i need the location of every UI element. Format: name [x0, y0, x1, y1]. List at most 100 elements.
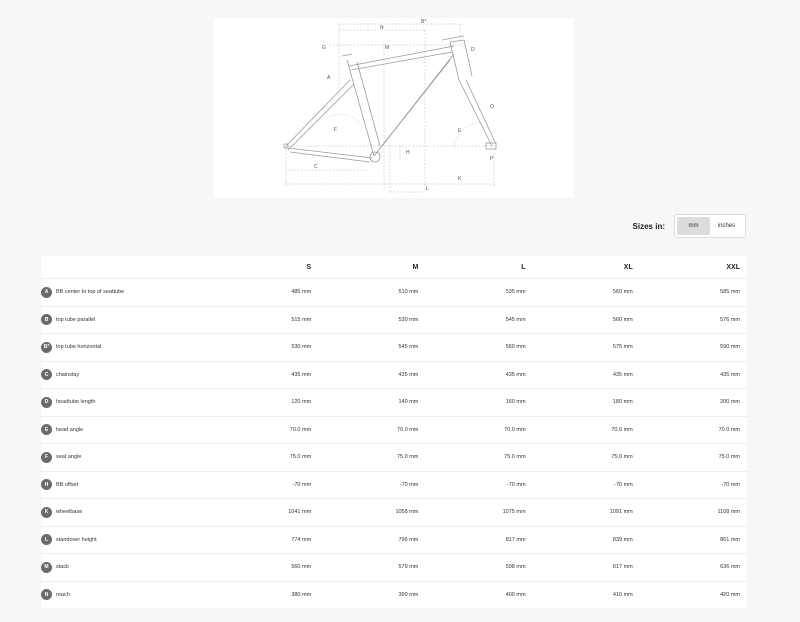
measurement-label-group: H BB offset [41, 479, 204, 491]
measurement-value: 510 mm [318, 278, 426, 306]
measurement-cell: Dheadtube length [41, 388, 211, 416]
measurement-value: 575 mm [532, 333, 640, 361]
measurement-code-badge: F [41, 451, 52, 463]
measurement-value: 380 mm [211, 580, 319, 608]
diagram-label: A [327, 75, 331, 81]
table-row: Kwheelbase 1041 mm 1058 mm 1075 mm 1091 mm 11… [41, 498, 747, 526]
measurement-value: 435 mm [211, 360, 319, 389]
measurement-cell: Nreach [41, 580, 211, 608]
measurement-value: 560 mm [425, 333, 533, 361]
measurement-value: 585 mm [639, 278, 747, 306]
measurement-label-group: Fseat angle [41, 451, 204, 463]
measurement-value: 636 mm [639, 553, 747, 581]
diagram-label: G [322, 45, 326, 51]
measurement-value: 390 mm [318, 580, 426, 608]
measurement-code-badge: D [41, 396, 52, 408]
size-header: L [521, 263, 526, 271]
measurement-value: 1075 mm [425, 498, 533, 526]
table-row: Fseat angle 75.0 mm 75.0 mm 75.0 mm 75.0 mm 7… [41, 443, 747, 471]
measurement-value: 180 mm [532, 388, 640, 416]
measurement-value: 1108 mm [639, 498, 747, 526]
measurement-value: -70 mm [639, 470, 747, 499]
measurement-code-badge: N [41, 589, 52, 601]
measurement-label-group: Mstack [41, 561, 204, 573]
measurement-value: 545 mm [318, 333, 426, 361]
diagram-label: K [458, 176, 462, 182]
measurement-cell: Mstack [41, 553, 211, 581]
measurement-value: 545 mm [425, 305, 533, 334]
measurement-code-badge: L [41, 534, 52, 546]
measurement-cell: Ehead angle [41, 415, 211, 444]
measurement-value: 817 mm [425, 525, 533, 554]
diagram-label: D [471, 47, 475, 53]
measurement-value: 410 mm [532, 580, 640, 608]
measurement-value: 774 mm [211, 525, 319, 554]
table-row: Cchainstay 435 mm 435 mm 435 mm 435 mm 435 mm [41, 360, 747, 389]
measurement-cell: A BB center to top of seattube [41, 278, 211, 306]
measurement-value: 70.0 mm [639, 415, 747, 444]
measurement-label-group: A BB center to top of seattube [41, 286, 204, 298]
measurement-value: -70 mm [532, 470, 640, 499]
measurement-value: 861 mm [639, 525, 747, 554]
measurement-cell: Fseat angle [41, 443, 211, 471]
measurement-value: 1091 mm [532, 498, 640, 526]
measurement-value: 1041 mm [211, 498, 319, 526]
measurement-value: 75.0 mm [639, 443, 747, 471]
table-row: Ehead angle 70.0 mm 70.0 mm 70.0 mm 70.0 mm 7… [41, 415, 747, 444]
measurement-code-badge: A [41, 286, 52, 298]
size-header: XL [623, 263, 633, 271]
measurement-value: 70.0 mm [211, 415, 319, 444]
table-row: Dheadtube length 120 mm 140 mm 160 mm 180 mm… [41, 388, 747, 416]
measurement-label-group: Lstandover height [41, 534, 204, 546]
measurement-value: 590 mm [639, 333, 747, 361]
measurement-value: 140 mm [318, 388, 426, 416]
diagram-label: H [406, 150, 410, 156]
measurement-value: 515 mm [211, 305, 319, 334]
measurement-value: 435 mm [639, 360, 747, 389]
geometry-diagram: B* N M G D A O F E H C P L K [214, 18, 574, 198]
unit-mm-button[interactable]: mm [677, 217, 710, 235]
measurement-label: BB center to top of seattube [56, 289, 125, 296]
measurement-cell: B* top tube horizontal [41, 333, 211, 361]
measurement-value: -70 mm [211, 470, 319, 499]
measurement-label: headtube length [56, 399, 96, 406]
measurement-cell: Cchainstay [41, 360, 211, 389]
measurement-value: 530 mm [318, 305, 426, 334]
diagram-label: B* [421, 19, 426, 25]
measurement-code-badge: M [41, 561, 52, 573]
measurement-code-badge: C [41, 369, 52, 381]
measurement-label-group: B* top tube horizontal [41, 341, 204, 353]
measurement-value: 70.0 mm [425, 415, 533, 444]
unit-toggle: mm inches [674, 214, 746, 238]
measurement-code-badge: E [41, 424, 52, 436]
measurement-value: 75.0 mm [318, 443, 426, 471]
measurement-label: reach [56, 591, 70, 598]
measurement-value: 560 mm [211, 553, 319, 581]
measurement-value: 75.0 mm [211, 443, 319, 471]
measurement-value: 70.0 mm [318, 415, 426, 444]
table-row: Lstandover height 774 mm 796 mm 817 mm 839 m… [41, 525, 747, 554]
table-row: Btop tube parallel 515 mm 530 mm 545 mm 560 … [41, 305, 747, 334]
measurement-value: 617 mm [532, 553, 640, 581]
table-row: Nreach 380 mm 390 mm 400 mm 410 mm 420 mm [41, 580, 747, 608]
measurement-label: wheelbase [56, 509, 83, 516]
measurement-label: standover height [56, 536, 97, 543]
measurement-label-group: Nreach [41, 589, 204, 601]
measurement-value: 579 mm [318, 553, 426, 581]
diagram-label: L [426, 186, 429, 192]
measurement-value: -70 mm [318, 470, 426, 499]
table-row: B* top tube horizontal 530 mm 545 mm 560 mm 5… [41, 333, 747, 361]
measurement-value: 535 mm [425, 278, 533, 306]
unit-inches-button[interactable]: inches [710, 217, 743, 235]
unit-selector: Sizes in: mm inches [633, 214, 746, 238]
geometry-table: S M L XL XXL A BB center to top of seattu… [41, 256, 747, 608]
measurement-cell: Kwheelbase [41, 498, 211, 526]
measurement-label: chainstay [56, 371, 80, 378]
measurement-label: stack [56, 564, 69, 571]
diagram-label: N [380, 25, 384, 31]
diagram-label: O [490, 104, 494, 110]
measurement-cell: Lstandover height [41, 525, 211, 554]
table-row: H BB offset -70 mm -70 mm -70 mm -70 mm -70 mm [41, 470, 747, 499]
measurement-value: 75.0 mm [532, 443, 640, 471]
measurement-code-badge: K [41, 506, 52, 518]
